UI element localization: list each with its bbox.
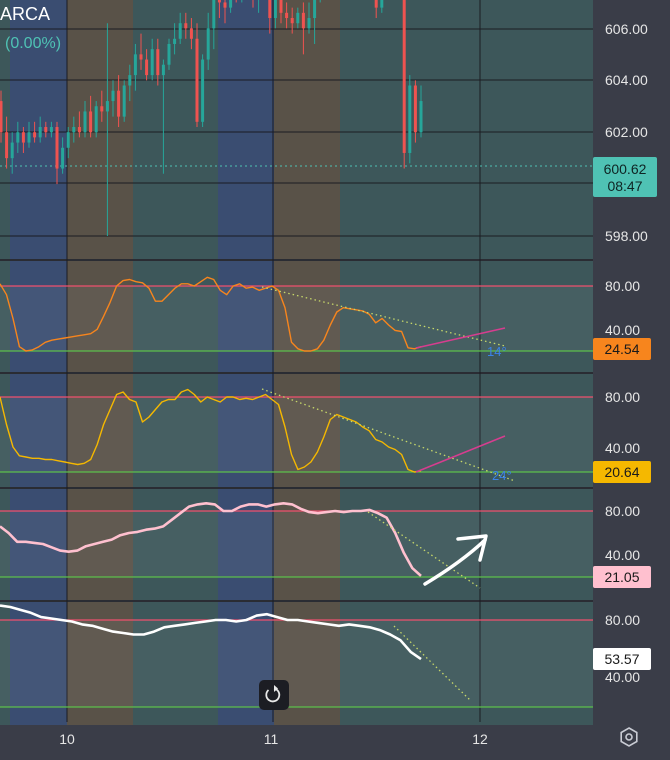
symbol-title[interactable]: ARCA [0,4,50,24]
osc3-value: 21.05 [604,569,639,585]
price-tick-label: 602.00 [605,124,648,140]
candle-body [139,54,143,60]
candle-body [128,75,132,86]
candle-body [38,127,42,138]
candle-body [184,23,188,29]
last-price-value: 600.62 [604,161,647,177]
candle-body [307,18,311,29]
osc1-value: 24.54 [604,341,639,357]
osc4-value: 53.57 [604,651,639,667]
band-fill [0,620,593,707]
osc-tick-label: 80.00 [605,503,640,519]
candle-body [133,54,137,76]
candle-body [273,0,277,19]
candle-body [117,90,121,117]
candle-body [5,132,9,159]
candle-body [296,12,300,24]
candle-body [201,59,205,122]
candle-body [212,0,216,29]
price-tick-label: 604.00 [605,72,648,88]
candle-body [49,127,53,133]
candle-body [189,28,193,39]
price-change: (0.00%) [5,35,61,52]
candle-body [290,18,294,24]
candle-body [72,127,76,133]
candle-body [419,101,423,133]
candle-body [16,132,20,143]
candle-body [83,111,87,133]
angle-label: 24° [492,468,512,483]
band-fill [0,511,593,577]
time-tick-label: 12 [472,731,488,747]
candle-body [402,0,406,153]
osc-tick-label: 80.00 [605,612,640,628]
session-zone [340,0,593,725]
candle-body [301,12,305,29]
candle-body [223,2,227,8]
candle-body [145,59,149,76]
candle-body [61,147,65,169]
candle-body [111,90,115,102]
chart-app: 14° 24° 606.00 604.00 602.00 598.00 80.00 40.0… [0,0,670,755]
last-price-badge: 600.62 08:47 [593,157,657,197]
band-fill [0,286,593,351]
candle-body [0,101,3,133]
reset-button[interactable] [259,680,289,710]
chart-canvas[interactable]: 14° 24° 606.00 604.00 602.00 598.00 80.00 40.0… [0,0,670,755]
candle-body [380,0,384,8]
osc3-value-badge: 21.05 [593,566,651,588]
candle-body [173,38,177,44]
candle-body [413,85,417,133]
candle-body [150,49,154,76]
candle-body [374,0,378,8]
candle-body [100,106,104,112]
bar-countdown: 08:47 [607,178,642,194]
time-tick-label: 11 [264,731,279,747]
candle-body [94,106,98,133]
candle-body [33,132,37,138]
candle-body [156,49,160,76]
osc4-value-badge: 53.57 [593,648,651,670]
candle-body [217,0,221,3]
angle-label: 14° [487,344,507,359]
candle-body [313,0,317,19]
candle-body [77,127,81,133]
candle-body [167,43,171,65]
osc-tick-label: 40.00 [605,547,640,563]
osc1-value-badge: 24.54 [593,338,651,360]
time-tick-label: 10 [59,731,75,747]
time-axis[interactable] [0,725,670,755]
candle-body [161,64,165,76]
session-zone [218,0,274,725]
candle-body [27,132,31,143]
candle-body [89,111,93,133]
candle-body [178,23,182,39]
candle-body [229,0,233,8]
session-zones [0,0,593,725]
candle-body [105,101,109,112]
price-tick-label: 598.00 [605,228,648,244]
osc2-value: 20.64 [604,464,639,480]
candle-body [268,0,272,19]
candle-body [122,85,126,117]
candle-body [55,127,59,169]
session-zone [133,0,218,725]
candle-body [195,38,199,122]
osc-tick-label: 40.00 [605,669,640,685]
osc-tick-label: 80.00 [605,389,640,405]
session-zone [274,0,340,725]
candle-body [21,132,25,143]
candle-body [10,142,14,159]
osc-tick-label: 40.00 [605,322,640,338]
osc-tick-label: 40.00 [605,440,640,456]
candle-body [279,0,283,13]
osc-tick-label: 80.00 [605,278,640,294]
candle-body [206,28,210,60]
candle-body [66,132,70,148]
candle-body [285,12,289,19]
candle-body [44,127,48,133]
price-tick-label: 606.00 [605,21,648,37]
candle-body [408,85,412,153]
osc2-value-badge: 20.64 [593,461,651,483]
